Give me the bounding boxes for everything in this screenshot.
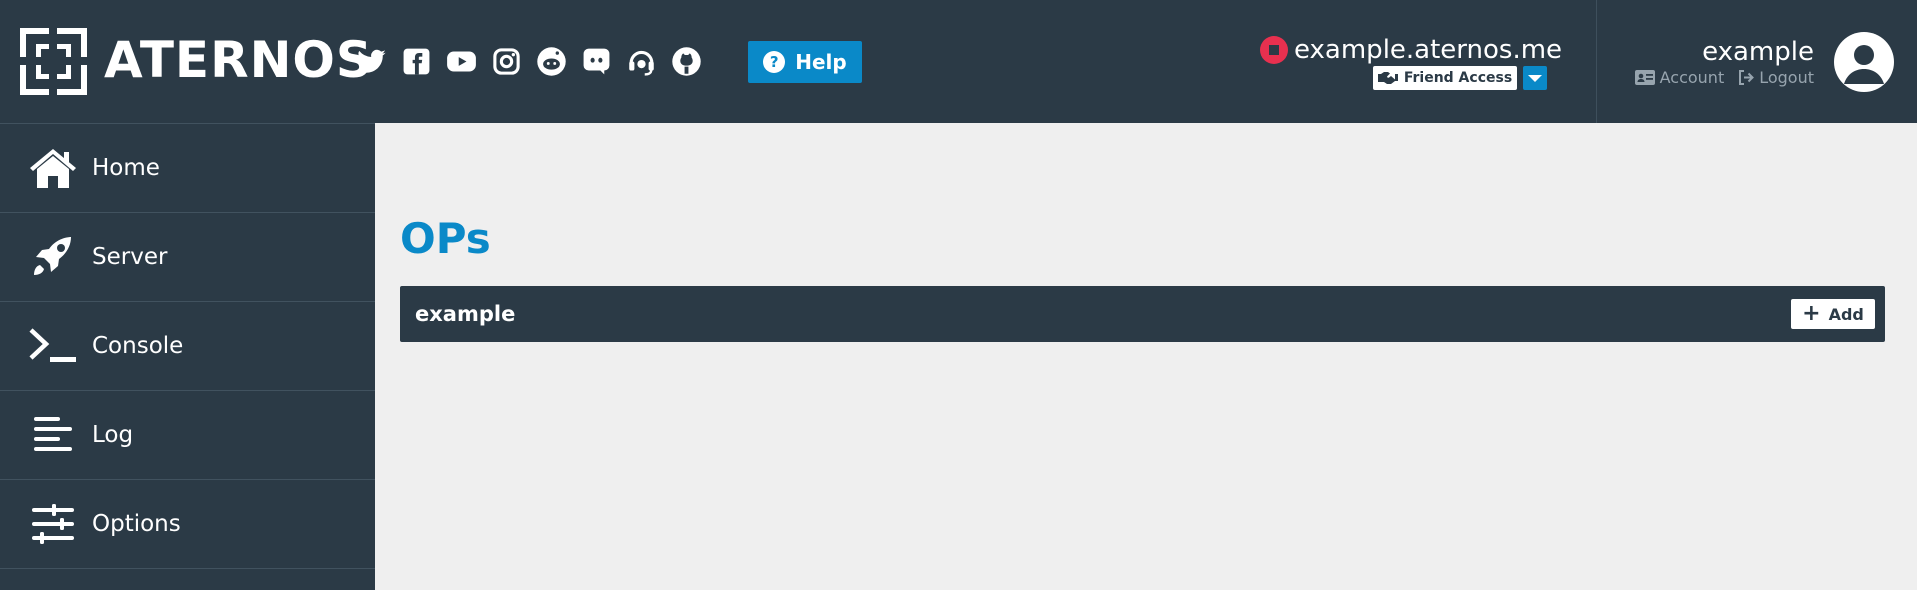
sliders-icon [26, 502, 80, 546]
support-headset-icon[interactable] [626, 46, 657, 77]
sidebar-item-server[interactable]: Server [0, 212, 375, 301]
discord-icon[interactable] [581, 46, 612, 77]
page-title: OPs [400, 214, 491, 263]
terminal-icon [26, 324, 80, 368]
friend-access-label: Friend Access [1403, 70, 1513, 86]
sidebar-item-console[interactable]: Console [0, 301, 375, 390]
sidebar-item-label: Home [92, 155, 160, 181]
user-avatar-icon[interactable] [1834, 32, 1894, 92]
top-header: ATERNOS ? Help example.aternos.me Friend… [0, 0, 1917, 123]
server-dropdown-toggle[interactable] [1523, 66, 1547, 90]
social-links [356, 44, 702, 78]
sidebar-item-label: Console [92, 333, 184, 359]
help-button[interactable]: ? Help [748, 41, 862, 83]
username: example [1702, 37, 1814, 67]
add-label: Add [1828, 304, 1864, 324]
handshake-icon [1377, 72, 1398, 84]
add-op-button[interactable]: + Add [1791, 299, 1875, 329]
sidebar-item-label: Server [92, 244, 168, 270]
twitter-icon[interactable] [356, 46, 387, 77]
ops-list-row: example + Add [400, 286, 1885, 342]
account-links: Account Logout [1634, 68, 1814, 87]
server-address[interactable]: example.aternos.me [1294, 33, 1562, 67]
aternos-logo-icon[interactable] [20, 28, 87, 95]
server-status-offline-icon [1260, 36, 1288, 64]
account-link[interactable]: Account [1634, 68, 1725, 87]
reddit-icon[interactable] [536, 46, 567, 77]
question-icon: ? [763, 51, 786, 73]
account-label: Account [1659, 68, 1725, 87]
sidebar-item-home[interactable]: Home [0, 123, 375, 212]
logout-link[interactable]: Logout [1738, 68, 1814, 87]
friend-access-button[interactable]: Friend Access [1373, 66, 1517, 90]
id-card-icon [1634, 70, 1655, 85]
youtube-icon[interactable] [446, 46, 477, 77]
facebook-icon[interactable] [401, 46, 432, 77]
sidebar-item-options[interactable]: Options [0, 479, 375, 568]
github-icon[interactable] [671, 46, 702, 77]
sidebar: Home Server Console Log Options [0, 123, 375, 590]
sidebar-next-item[interactable] [0, 568, 375, 590]
header-divider [1596, 0, 1597, 123]
brand-name[interactable]: ATERNOS [104, 30, 373, 90]
sidebar-item-label: Options [92, 511, 181, 537]
logout-label: Logout [1759, 68, 1814, 87]
logout-icon [1739, 70, 1755, 85]
op-player-name: example [415, 302, 516, 326]
log-lines-icon [26, 413, 80, 457]
help-label: Help [795, 50, 847, 74]
rocket-icon [26, 235, 80, 279]
instagram-icon[interactable] [491, 46, 522, 77]
sidebar-item-label: Log [92, 422, 134, 448]
chevron-down-icon [1528, 74, 1542, 82]
plus-icon: + [1802, 301, 1821, 326]
home-icon [26, 146, 80, 190]
sidebar-item-log[interactable]: Log [0, 390, 375, 479]
